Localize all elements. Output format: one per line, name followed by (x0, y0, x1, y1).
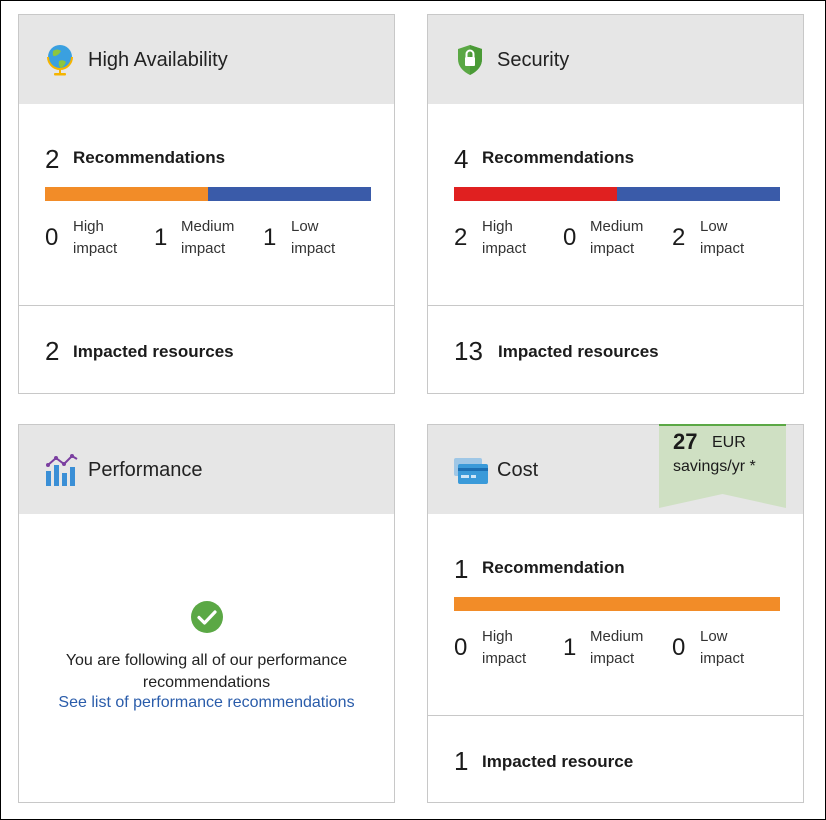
recommendations-count: 4 (454, 144, 469, 174)
impacted-resources-label: Impacted resource (482, 752, 634, 771)
low-impact-count: 2 (672, 224, 686, 251)
recommendations-section: 1 Recommendation 0 High impact 1 Medium im… (428, 514, 803, 716)
impacted-resources-count: 2 (45, 336, 60, 366)
recommendations-section: 4 Recommendations 2 High impact 0 Medium i… (428, 104, 803, 306)
high-impact-count: 0 (45, 224, 59, 251)
medium-impact-count: 1 (563, 634, 577, 661)
impact-bar (45, 187, 371, 201)
recommendations-label: Recommendations (73, 148, 226, 167)
low-impact-segment (617, 187, 780, 201)
savings-currency: EUR (712, 434, 746, 451)
low-impact-segment (208, 187, 371, 201)
card-header: Performance (19, 425, 394, 514)
medium-impact-label: Medium impact (181, 218, 235, 257)
medium-impact-segment (45, 187, 208, 201)
impacted-resources-section: 1 Impacted resource (428, 716, 803, 804)
recommendations-section: 2 Recommendations 0 High impact 1 Medium i… (19, 104, 394, 306)
impacted-resources-label: Impacted resources (498, 342, 659, 361)
impacted-resources-count: 1 (454, 746, 469, 776)
low-impact-label: Low impact (700, 628, 745, 667)
high-impact-label: High impact (482, 218, 527, 257)
impact-breakdown: 0 High impact 1 Medium impact 0 Low impact (454, 626, 794, 670)
low-impact-label: Low impact (700, 218, 745, 257)
recommendations-label: Recommendations (482, 148, 635, 167)
impact-bar (454, 597, 780, 611)
impacted-resources-count: 13 (454, 336, 483, 366)
card-title: Performance (88, 459, 203, 481)
card-title: Cost (497, 459, 539, 481)
low-impact-count: 0 (672, 634, 686, 661)
high-impact-count: 0 (454, 634, 468, 661)
impact-bar (454, 187, 780, 201)
checkmark-circle-icon (191, 601, 223, 633)
medium-impact-count: 1 (154, 224, 168, 251)
recommendations-count: 1 (454, 554, 469, 584)
card-header: Cost 27 EUR savings/yr * (428, 424, 803, 514)
performance-message: You are following all of our performance… (65, 652, 348, 691)
card-security[interactable]: Security 4 Recommendations 2 High impact … (427, 14, 804, 394)
recommendations-label: Recommendation (482, 558, 625, 577)
low-impact-count: 1 (263, 224, 277, 251)
savings-period: savings/yr * (673, 458, 756, 475)
low-impact-label: Low impact (291, 218, 336, 257)
card-high-availability[interactable]: High Availability 2 Recommendations 0 Hi… (18, 14, 395, 394)
medium-impact-label: Medium impact (590, 218, 644, 257)
see-performance-recommendations-link[interactable]: See list of performance recommendations (19, 694, 394, 712)
high-impact-count: 2 (454, 224, 468, 251)
medium-impact-count: 0 (563, 224, 577, 251)
recommendations-count: 2 (45, 144, 60, 174)
high-impact-label: High impact (482, 628, 527, 667)
card-header: Security (428, 15, 803, 104)
globe-icon (45, 43, 77, 76)
card-cost[interactable]: Cost 27 EUR savings/yr * 1 Recommendatio… (427, 424, 804, 803)
medium-impact-label: Medium impact (590, 628, 644, 667)
card-performance[interactable]: Performance You are following all of our… (18, 424, 395, 803)
savings-amount: 27 (673, 429, 698, 454)
impacted-resources-section: 13 Impacted resources (428, 306, 803, 394)
card-title: Security (497, 49, 570, 71)
savings-ribbon: 27 EUR savings/yr * (659, 424, 786, 508)
shield-lock-icon (454, 43, 486, 75)
medium-impact-segment (454, 597, 780, 611)
impacted-resources-label: Impacted resources (73, 342, 234, 361)
card-header: High Availability (19, 15, 394, 104)
bar-chart-icon (45, 453, 78, 486)
credit-card-icon (454, 453, 488, 485)
impact-breakdown: 2 High impact 0 Medium impact 2 Low impact (454, 216, 794, 260)
high-impact-segment (454, 187, 617, 201)
impacted-resources-section: 2 Impacted resources (19, 306, 394, 394)
performance-body: You are following all of our performance… (19, 514, 394, 802)
impact-breakdown: 0 High impact 1 Medium impact 1 Low impact (45, 216, 385, 260)
card-title: High Availability (88, 49, 228, 71)
high-impact-label: High impact (73, 218, 118, 257)
